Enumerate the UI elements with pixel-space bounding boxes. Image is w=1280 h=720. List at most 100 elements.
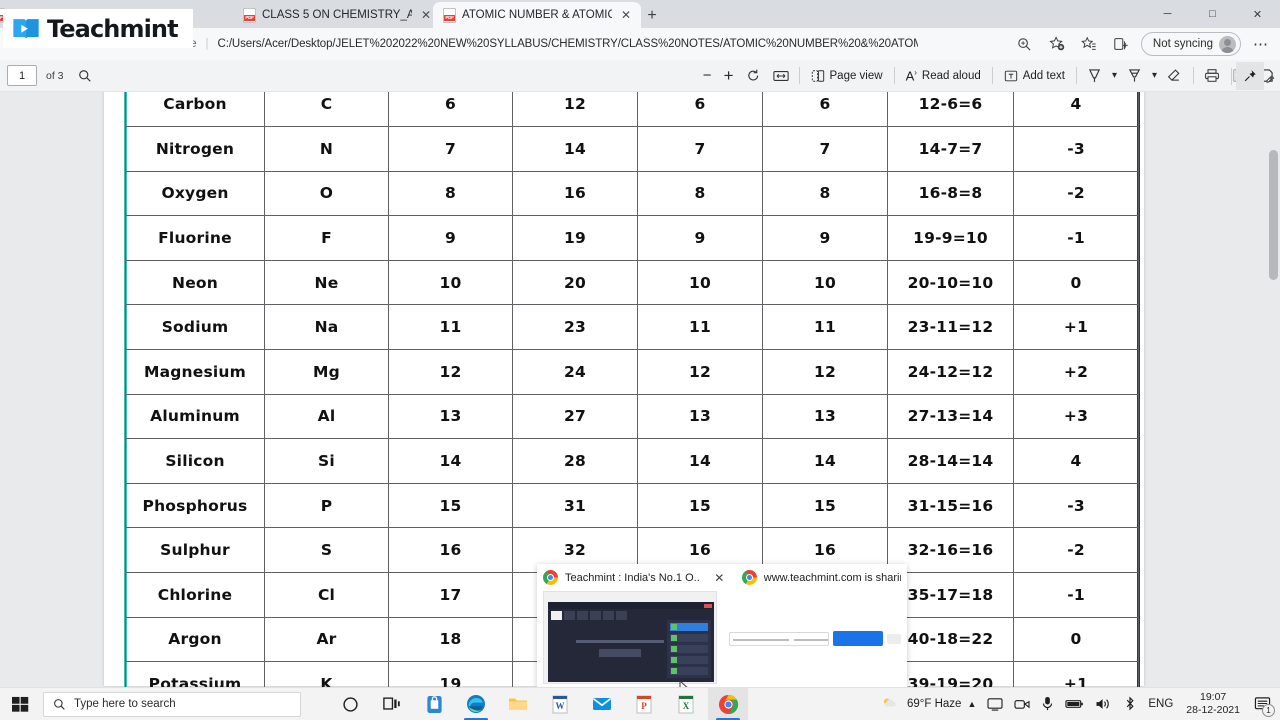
pin-icon[interactable] <box>1236 62 1265 90</box>
pdf-toolbar: 1 of 3 − + Page view A› Read aloud Add t… <box>0 60 1280 92</box>
share-url-input[interactable] <box>729 631 829 646</box>
table-row: Sodium Na 11 23 11 11 23-11=12 +1 <box>125 304 1139 351</box>
table-cell-z: 11 <box>388 304 513 351</box>
cortana-icon[interactable] <box>330 688 370 720</box>
new-tab-button[interactable]: + <box>641 5 663 27</box>
page-number-input[interactable]: 1 <box>7 65 37 86</box>
table-cell-valency: 4 <box>1013 92 1139 128</box>
table-cell-neutrons: 24-12=12 <box>887 349 1014 395</box>
teachmint-logo-overlay: Teachmint <box>3 9 193 48</box>
microphone-icon[interactable] <box>1036 687 1059 720</box>
stop-sharing-button[interactable] <box>833 631 883 646</box>
table-cell-protons: 11 <box>637 304 763 351</box>
shared-tab-thumbnail[interactable] <box>543 591 717 684</box>
notification-icon[interactable]: 1 <box>1248 687 1276 720</box>
bluetooth-icon[interactable] <box>1118 687 1142 720</box>
table-cell-electrons: 8 <box>762 170 888 217</box>
table-cell-protons: 8 <box>637 170 763 217</box>
address-input[interactable]: File | C:/Users/Acer/Desktop/JELET%20202… <box>170 32 990 56</box>
rotate-icon[interactable] <box>740 63 767 89</box>
microsoft-store-icon[interactable] <box>414 688 454 720</box>
browser-tab-1[interactable]: CLASS 5 ON CHEMISTRY_ATOM ✕ <box>233 2 441 28</box>
profile-button[interactable]: Not syncing <box>1140 32 1241 56</box>
share-action-row <box>729 631 901 646</box>
zoom-in-button[interactable]: + <box>718 63 740 89</box>
close-window-button[interactable]: ✕ <box>1235 0 1280 28</box>
google-chrome-icon[interactable] <box>708 687 748 720</box>
search-input[interactable]: Type here to search <box>43 691 301 717</box>
star-add-icon[interactable] <box>1042 31 1072 57</box>
table-cell-name: Silicon <box>125 438 265 484</box>
add-text-label: Add text <box>1022 69 1065 82</box>
maximize-button[interactable]: □ <box>1190 0 1235 28</box>
browser-tab-2[interactable]: ATOMIC NUMBER & ATOMIC M ✕ <box>433 2 641 28</box>
weather-label[interactable]: 69°F Haze <box>907 698 961 710</box>
powerpoint-icon[interactable]: P <box>624 688 664 720</box>
screen-share-overlay[interactable]: Teachmint : India's No.1 O.. ✕ www.teach… <box>537 564 907 687</box>
collections-icon[interactable] <box>1106 31 1136 57</box>
table-cell-mass: 31 <box>512 482 638 529</box>
page-count-label: of 3 <box>46 69 64 82</box>
table-cell-protons: 7 <box>637 126 763 172</box>
minimize-button[interactable]: ─ <box>1145 0 1190 28</box>
battery-icon[interactable] <box>1060 687 1089 720</box>
table-cell-valency: +3 <box>1013 393 1139 440</box>
table-cell-mass: 23 <box>512 304 638 351</box>
scrollbar-thumb[interactable] <box>1269 150 1278 280</box>
table-cell-mass: 19 <box>512 215 638 261</box>
table-cell-protons: 13 <box>637 393 763 440</box>
table-cell-valency: 4 <box>1013 438 1139 484</box>
table-cell-z: 8 <box>388 170 513 217</box>
microsoft-edge-icon[interactable] <box>456 688 496 720</box>
read-aloud-button[interactable]: A› Read aloud <box>899 63 988 89</box>
table-cell-protons: 12 <box>637 349 763 395</box>
close-icon[interactable]: ✕ <box>418 7 434 23</box>
excel-icon[interactable]: X <box>666 688 706 720</box>
chevron-up-icon[interactable]: ▲ <box>1264 72 1280 81</box>
mail-icon[interactable] <box>582 688 622 720</box>
search-placeholder: Type here to search <box>74 698 176 710</box>
chevron-up-icon[interactable]: ▲ <box>962 687 981 720</box>
chevron-down-icon[interactable]: ▾ <box>1108 63 1121 89</box>
thumbnail-toolbar-icons <box>551 611 627 620</box>
star-list-icon[interactable] <box>1074 31 1104 57</box>
svg-text:P: P <box>641 701 647 711</box>
taskbar-clock[interactable]: 19:07 28-12-2021 <box>1179 687 1247 720</box>
table-cell-z: 7 <box>388 126 513 172</box>
fit-page-icon[interactable] <box>767 63 795 89</box>
language-indicator[interactable]: ENG <box>1143 687 1178 720</box>
more-icon[interactable]: ⋯ <box>1246 31 1276 57</box>
microsoft-word-icon[interactable]: W <box>540 688 580 720</box>
profile-label: Not syncing <box>1152 38 1213 50</box>
table-cell-electrons: 12 <box>762 349 888 395</box>
table-cell-neutrons: 20-10=10 <box>887 259 1014 306</box>
page-view-button[interactable]: Page view <box>804 63 890 89</box>
file-explorer-icon[interactable] <box>498 688 538 720</box>
table-cell-protons: 6 <box>637 92 763 128</box>
pen-icon[interactable] <box>1081 63 1108 89</box>
eraser-icon[interactable] <box>1161 63 1189 89</box>
table-row: Nitrogen N 7 14 7 7 14-7=7 -3 <box>125 126 1139 172</box>
hide-button[interactable] <box>887 633 901 644</box>
table-cell-electrons: 11 <box>762 304 888 351</box>
highlighter-icon[interactable] <box>1121 63 1148 89</box>
monitor-icon[interactable] <box>982 687 1008 720</box>
chrome-icon <box>543 570 558 585</box>
vertical-scrollbar[interactable] <box>1266 92 1280 687</box>
close-icon[interactable]: ✕ <box>618 7 634 23</box>
add-text-button[interactable]: Add text <box>997 63 1072 89</box>
task-view-icon[interactable] <box>372 688 412 720</box>
zoom-icon[interactable] <box>1010 31 1040 57</box>
chevron-down-icon[interactable]: ▾ <box>1148 63 1161 89</box>
thumbnail-content <box>576 640 664 657</box>
table-cell-valency: -2 <box>1013 170 1139 217</box>
windows-start-icon[interactable] <box>0 688 40 720</box>
speaker-icon[interactable] <box>1090 687 1117 720</box>
search-icon[interactable] <box>72 63 98 89</box>
print-icon[interactable] <box>1198 63 1226 89</box>
partly-sunny-icon[interactable] <box>876 687 903 720</box>
close-icon[interactable]: ✕ <box>712 569 727 587</box>
zoom-out-button[interactable]: − <box>697 63 718 89</box>
camera-icon[interactable] <box>1009 687 1035 720</box>
window-controls: ─ □ ✕ <box>1145 0 1280 28</box>
